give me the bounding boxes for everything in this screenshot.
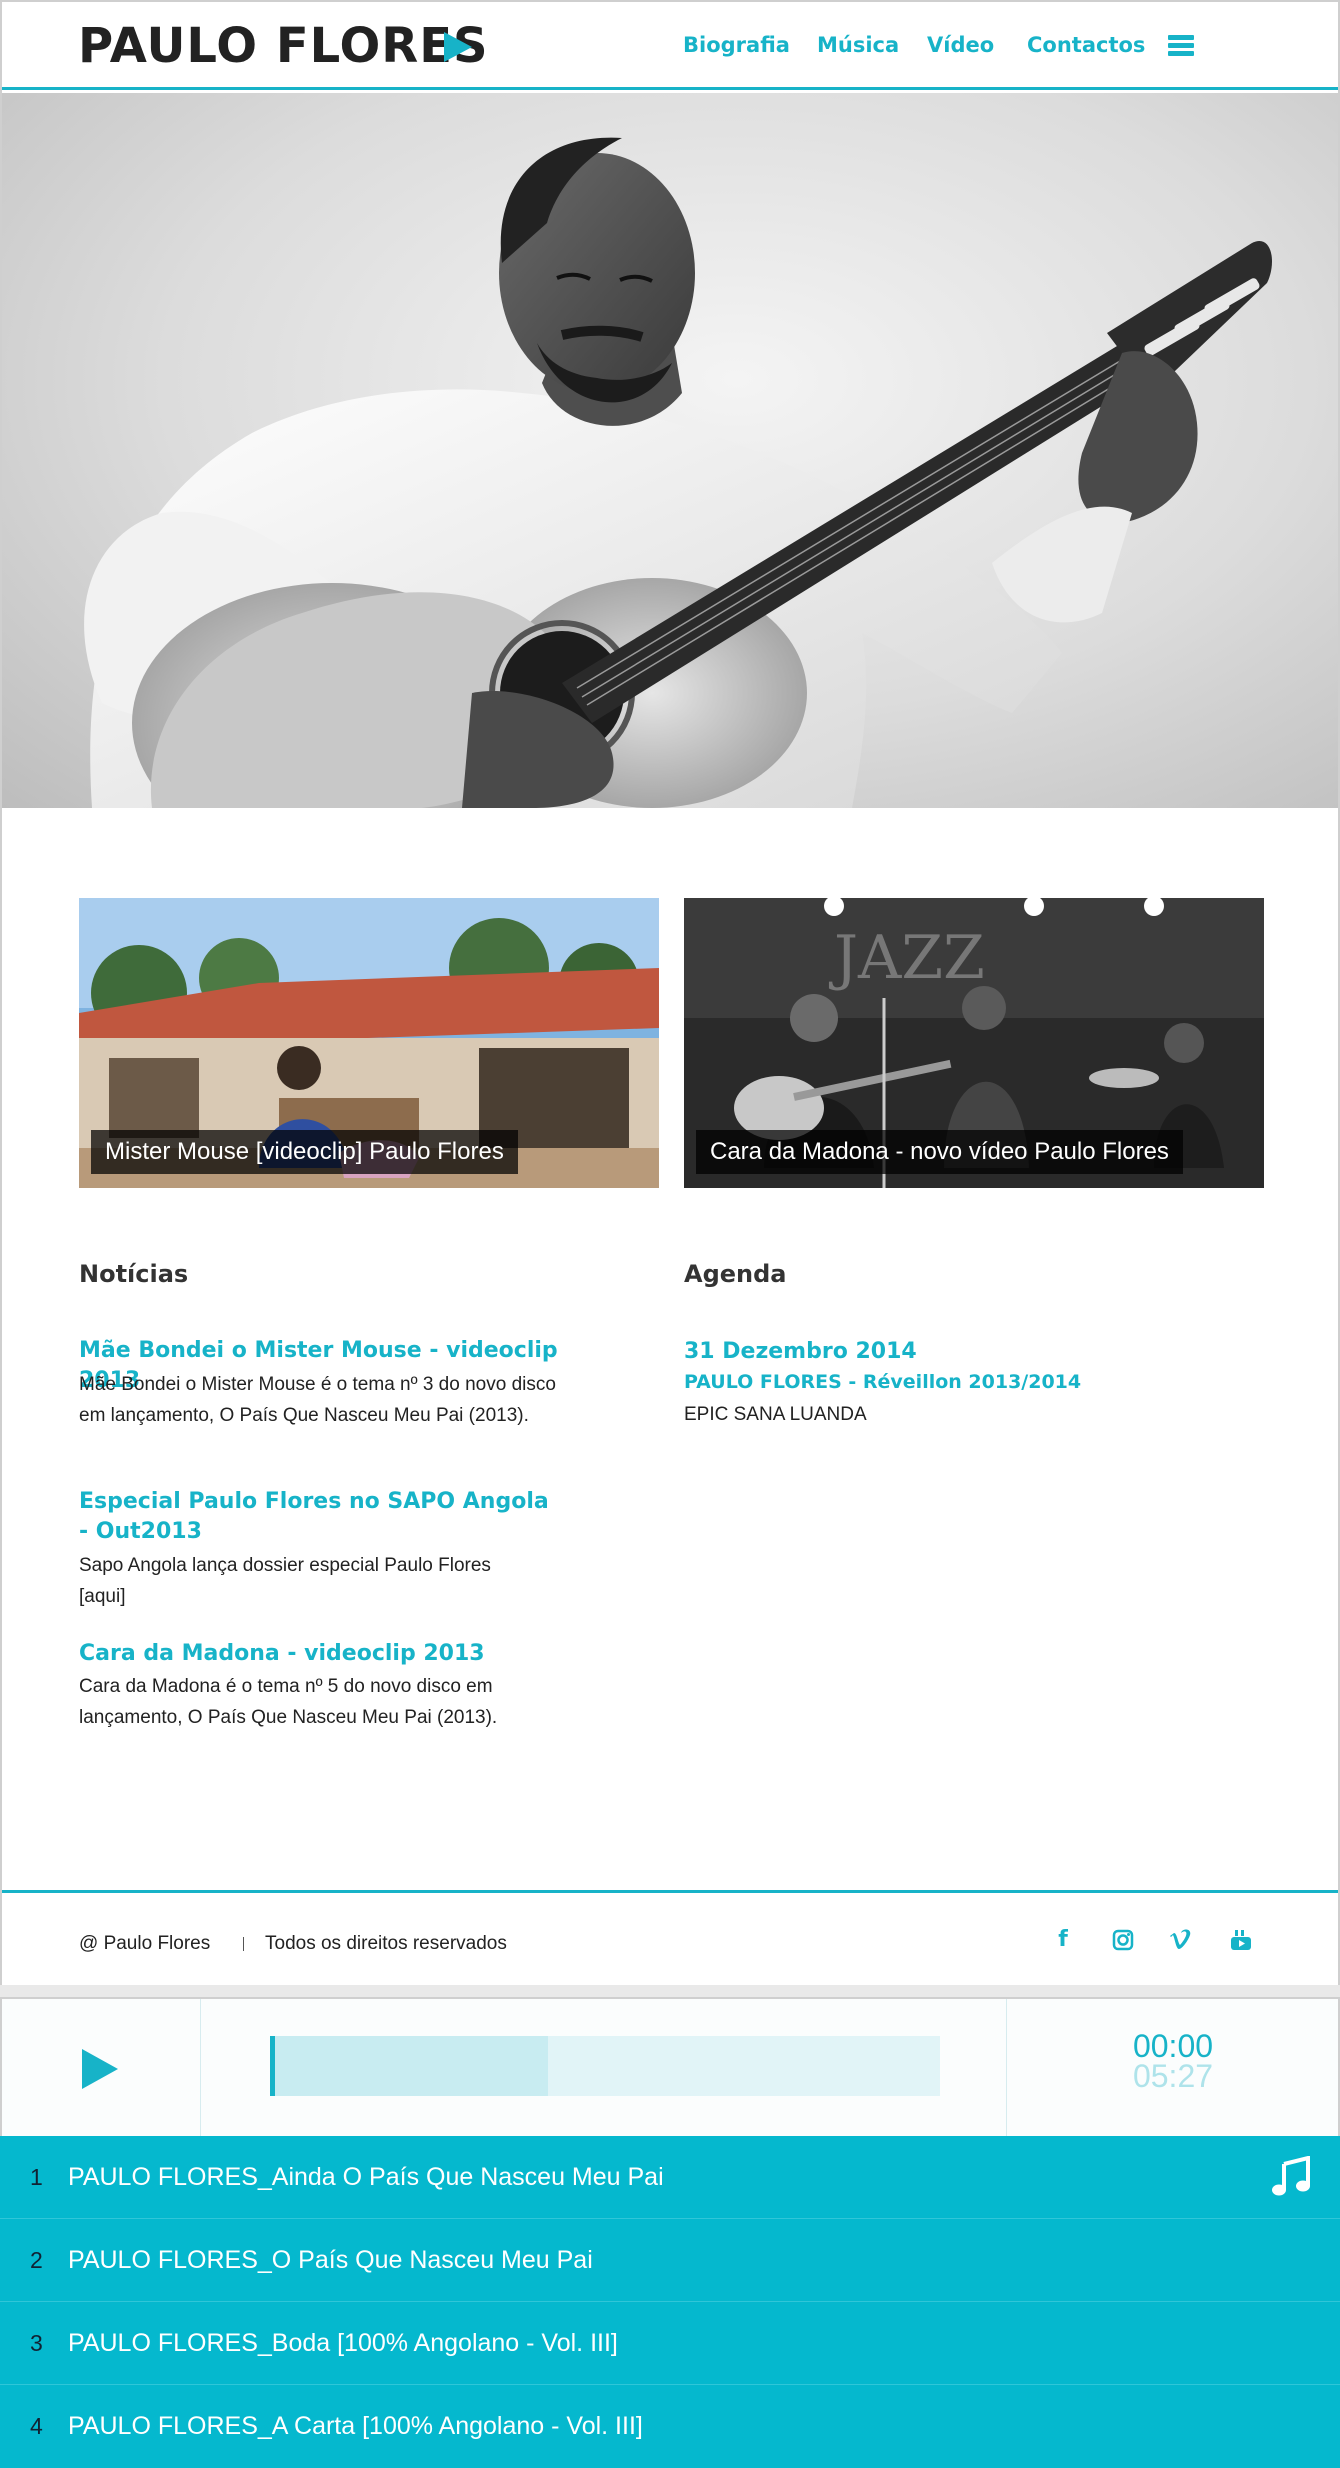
news-item-title[interactable]: Cara da Madona - videoclip 2013 bbox=[79, 1639, 599, 1669]
news-item-title[interactable]: Especial Paulo Flores no SAPO Angola - O… bbox=[79, 1487, 549, 1547]
guitarist-illustration bbox=[84, 137, 1272, 808]
facebook-icon[interactable]: f bbox=[1050, 1927, 1076, 1953]
track-title: PAULO FLORES_O País Que Nasceu Meu Pai bbox=[68, 2246, 593, 2274]
hamburger-menu-icon[interactable] bbox=[1168, 35, 1194, 57]
footer-rights: Todos os direitos reservados bbox=[265, 1933, 507, 1954]
track-number: 4 bbox=[30, 2413, 43, 2439]
nav-contactos[interactable]: Contactos bbox=[1027, 30, 1145, 60]
agenda-date[interactable]: 31 Dezembro 2014 bbox=[684, 1337, 917, 1367]
news-item-body: Mãe Bondei o Mister Mouse é o tema nº 3 … bbox=[79, 1374, 556, 1426]
play-icon[interactable] bbox=[82, 2049, 118, 2089]
audio-player: 00:00 05:27 bbox=[0, 1997, 1340, 2136]
page: PAULO FLORES Biografia Música Vídeo Cont… bbox=[0, 0, 1340, 2468]
nav-musica[interactable]: Música bbox=[817, 30, 899, 60]
site-logo[interactable]: PAULO FLORES bbox=[78, 16, 489, 76]
news-item-body: Cara da Madona é o tema nº 5 do novo dis… bbox=[79, 1676, 498, 1728]
track-number: 2 bbox=[30, 2247, 43, 2273]
playlist-track[interactable]: 4 PAULO FLORES_A Carta [100% Angolano - … bbox=[0, 2385, 1340, 2468]
svg-text:JAZZ: JAZZ bbox=[828, 923, 985, 993]
video-caption: Mister Mouse [videoclip] Paulo Flores bbox=[91, 1130, 518, 1174]
video-thumbnail-mister-mouse[interactable]: Mister Mouse [videoclip] Paulo Flores bbox=[79, 898, 659, 1188]
playlist-track[interactable]: 3 PAULO FLORES_Boda [100% Angolano - Vol… bbox=[0, 2302, 1340, 2385]
site-container: PAULO FLORES Biografia Música Vídeo Cont… bbox=[0, 0, 1340, 1985]
track-title: PAULO FLORES_Boda [100% Angolano - Vol. … bbox=[68, 2329, 618, 2357]
footer-copyright: @ Paulo Flores bbox=[79, 1933, 211, 1954]
logo-play-icon bbox=[444, 32, 472, 62]
progress-buffered bbox=[270, 2036, 548, 2096]
track-title: PAULO FLORES_A Carta [100% Angolano - Vo… bbox=[68, 2412, 643, 2440]
instagram-icon[interactable] bbox=[1110, 1927, 1136, 1953]
total-time: 05:27 bbox=[1132, 2058, 1214, 2094]
video-thumbnail-cara-da-madona[interactable]: JAZZ Cara da Madona - novo vídeo Paulo F… bbox=[684, 898, 1264, 1188]
playlist-track[interactable]: 2 PAULO FLORES_O País Que Nasceu Meu Pai bbox=[0, 2219, 1340, 2302]
track-number: 1 bbox=[30, 2164, 43, 2190]
footer-divider bbox=[243, 1937, 244, 1951]
site-footer: @ Paulo Flores Todos os direitos reserva… bbox=[2, 1890, 1338, 1985]
agenda-event[interactable]: PAULO FLORES - Réveillon 2013/2014 bbox=[684, 1368, 1081, 1396]
news-section-title: Notícias bbox=[79, 1260, 189, 1288]
youtube-icon[interactable] bbox=[1228, 1927, 1254, 1953]
music-note-icon bbox=[1272, 2156, 1310, 2196]
agenda-section-title: Agenda bbox=[684, 1260, 787, 1288]
player-divider bbox=[200, 1999, 201, 2136]
track-number: 3 bbox=[30, 2330, 43, 2356]
site-header: PAULO FLORES Biografia Música Vídeo Cont… bbox=[2, 2, 1338, 90]
hero-photo bbox=[2, 93, 1338, 808]
nav-biografia[interactable]: Biografia bbox=[683, 30, 790, 60]
playlist: 1 PAULO FLORES_Ainda O País Que Nasceu M… bbox=[0, 2136, 1340, 2468]
vimeo-icon[interactable] bbox=[1168, 1927, 1194, 1953]
progress-bar[interactable] bbox=[270, 2036, 940, 2096]
video-caption: Cara da Madona - novo vídeo Paulo Flores bbox=[696, 1130, 1183, 1174]
track-title: PAULO FLORES_Ainda O País Que Nasceu Meu… bbox=[68, 2163, 664, 2191]
playlist-track[interactable]: 1 PAULO FLORES_Ainda O País Que Nasceu M… bbox=[0, 2136, 1340, 2219]
progress-handle[interactable] bbox=[270, 2036, 275, 2096]
agenda-venue: EPIC SANA LUANDA bbox=[684, 1404, 867, 1425]
news-item-body: Sapo Angola lança dossier especial Paulo… bbox=[79, 1555, 491, 1607]
nav-video[interactable]: Vídeo bbox=[927, 30, 994, 60]
